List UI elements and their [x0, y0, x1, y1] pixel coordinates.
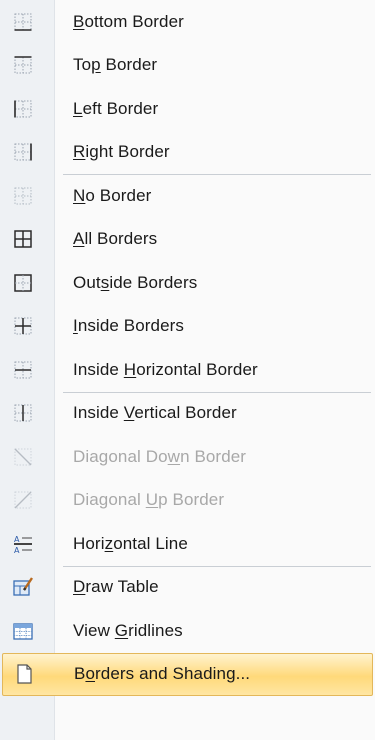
- right-border-icon: [12, 141, 34, 163]
- menu-item-inside-borders[interactable]: Inside Borders: [0, 305, 375, 349]
- no-border-icon: [12, 185, 34, 207]
- menu-item-all-borders[interactable]: All Borders: [0, 218, 375, 262]
- menu-item-label: Borders and Shading...: [74, 664, 251, 684]
- menu-item-label: Inside Horizontal Border: [73, 359, 258, 379]
- menu-item-right-border[interactable]: Right Border: [0, 131, 375, 175]
- menu-item-borders-and-shading[interactable]: Borders and Shading...: [2, 652, 373, 696]
- menu-item-bottom-border[interactable]: Bottom Border: [0, 0, 375, 44]
- menu-items: Bottom Border Top Border Left Border Rig…: [0, 0, 375, 696]
- menu-item-label: Diagonal Up Border: [73, 490, 225, 510]
- menu-item-label: Bottom Border: [73, 11, 184, 31]
- menu-item-label: Diagonal Down Border: [73, 446, 247, 466]
- view-gridlines-icon: [12, 620, 34, 642]
- bottom-border-icon: [12, 11, 34, 33]
- menu-separator: [63, 391, 371, 393]
- menu-item-top-border[interactable]: Top Border: [0, 44, 375, 88]
- menu-item-label: Right Border: [73, 142, 170, 162]
- inside-vertical-border-icon: [12, 402, 34, 424]
- inside-horizontal-border-icon: [12, 359, 34, 381]
- menu-item-diagonal-up-border: Diagonal Up Border: [0, 479, 375, 523]
- menu-item-left-border[interactable]: Left Border: [0, 87, 375, 131]
- left-border-icon: [12, 98, 34, 120]
- menu-item-no-border[interactable]: No Border: [0, 174, 375, 218]
- menu-item-inside-vertical-border[interactable]: Inside Vertical Border: [0, 392, 375, 436]
- menu-item-label: Inside Borders: [73, 316, 185, 336]
- horizontal-line-icon: AA: [12, 533, 34, 555]
- menu-item-horizontal-line[interactable]: AA Horizontal Line: [0, 522, 375, 566]
- menu-item-diagonal-down-border: Diagonal Down Border: [0, 435, 375, 479]
- menu-item-draw-table[interactable]: Draw Table: [0, 566, 375, 610]
- borders-dropdown-menu: Bottom Border Top Border Left Border Rig…: [0, 0, 375, 740]
- menu-item-label: Inside Vertical Border: [73, 403, 237, 423]
- menu-item-outside-borders[interactable]: Outside Borders: [0, 261, 375, 305]
- svg-text:A: A: [14, 546, 20, 555]
- menu-item-label: Outside Borders: [73, 272, 198, 292]
- menu-item-label: All Borders: [73, 229, 158, 249]
- outside-borders-icon: [12, 272, 34, 294]
- menu-item-view-gridlines[interactable]: View Gridlines: [0, 609, 375, 653]
- menu-item-inside-horizontal-border[interactable]: Inside Horizontal Border: [0, 348, 375, 392]
- menu-item-label: Horizontal Line: [73, 533, 188, 553]
- menu-item-label: Top Border: [73, 55, 158, 75]
- borders-and-shading-icon: [13, 663, 35, 685]
- menu-item-label: Left Border: [73, 98, 159, 118]
- draw-table-icon: [12, 576, 34, 598]
- inside-borders-icon: [12, 315, 34, 337]
- menu-item-label: No Border: [73, 185, 152, 205]
- menu-separator: [63, 565, 371, 567]
- menu-item-label: View Gridlines: [73, 620, 183, 640]
- menu-item-label: Draw Table: [73, 577, 159, 597]
- diagonal-up-border-icon: [12, 489, 34, 511]
- svg-text:A: A: [14, 535, 20, 544]
- all-borders-icon: [12, 228, 34, 250]
- diagonal-down-border-icon: [12, 446, 34, 468]
- top-border-icon: [12, 54, 34, 76]
- menu-separator: [63, 174, 371, 175]
